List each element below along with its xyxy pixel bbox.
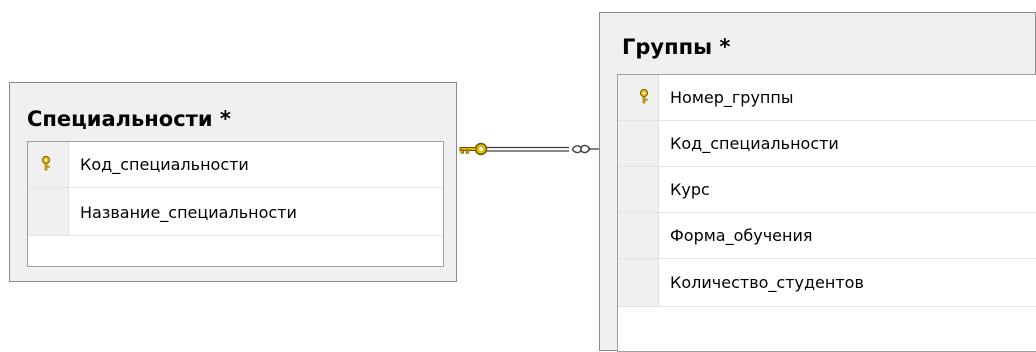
key-icon xyxy=(639,88,649,104)
column-row-foreign-key[interactable]: Код_специальности xyxy=(618,121,1036,167)
infinity-icon xyxy=(571,144,599,154)
column-row[interactable]: Количество_студентов xyxy=(618,259,1036,307)
key-icon xyxy=(459,142,488,156)
row-selector[interactable] xyxy=(28,188,69,235)
columns-grid: Номер_группы Код_специальности Курс Форм… xyxy=(617,74,1036,352)
table-title[interactable]: Группы * xyxy=(622,35,730,59)
row-selector[interactable] xyxy=(618,121,659,166)
column-row[interactable]: Форма_обучения xyxy=(618,213,1036,259)
column-row[interactable]: Название_специальности xyxy=(28,188,443,236)
column-row[interactable]: Курс xyxy=(618,167,1036,213)
column-name: Форма_обучения xyxy=(670,226,813,245)
connector-double-line xyxy=(487,146,569,152)
column-name: Код_специальности xyxy=(80,155,249,174)
column-row-primary-key[interactable]: Номер_группы xyxy=(618,75,1036,121)
column-name: Курс xyxy=(670,180,710,199)
column-name: Номер_группы xyxy=(670,88,794,107)
column-row-primary-key[interactable]: Код_специальности xyxy=(28,142,443,188)
table-title[interactable]: Специальности * xyxy=(27,107,231,131)
column-name: Код_специальности xyxy=(670,134,839,153)
column-name: Название_специальности xyxy=(80,203,297,222)
relationship-line[interactable] xyxy=(457,136,599,162)
columns-grid: Код_специальности Название_специальности xyxy=(27,141,444,267)
key-icon xyxy=(41,155,51,171)
table-specialties[interactable]: Специальности * Код_специальности Назван… xyxy=(9,82,457,282)
row-selector[interactable] xyxy=(618,259,659,306)
table-groups[interactable]: Группы * Номер_группы Код_специальности … xyxy=(599,12,1036,352)
row-selector[interactable] xyxy=(618,213,659,258)
row-selector[interactable] xyxy=(618,167,659,212)
column-name: Количество_студентов xyxy=(670,273,864,292)
